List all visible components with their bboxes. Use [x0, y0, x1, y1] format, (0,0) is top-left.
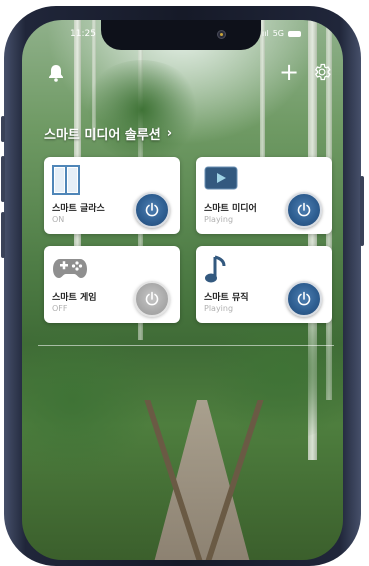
- add-icon[interactable]: +: [279, 60, 299, 84]
- window-icon: [52, 165, 80, 199]
- device-status: ON: [52, 215, 65, 224]
- video-icon: [204, 165, 238, 195]
- power-icon: [145, 291, 159, 306]
- device-name: 스마트 뮤직: [204, 293, 249, 303]
- device-name: 스마트 글라스: [52, 204, 105, 214]
- device-name: 스마트 게임: [52, 293, 97, 303]
- power-button[interactable]: [134, 281, 170, 317]
- gamepad-icon: [52, 254, 88, 284]
- status-indicators: ııl 5G: [262, 29, 301, 38]
- device-status: Playing: [204, 215, 234, 224]
- chevron-right-icon: ›: [166, 126, 173, 141]
- power-button[interactable]: [134, 192, 170, 228]
- camera: [217, 30, 226, 39]
- volume-up-button: [1, 156, 5, 202]
- device-card-media[interactable]: 스마트 미디어 Playing: [196, 157, 332, 234]
- network-label: 5G: [272, 29, 284, 38]
- section-title-link[interactable]: 스마트 미디어 솔루션 ›: [44, 124, 172, 143]
- device-status: Playing: [204, 304, 234, 313]
- mute-switch: [1, 116, 5, 142]
- notch: [101, 20, 261, 50]
- device-card-glass[interactable]: 스마트 글라스 ON: [44, 157, 180, 234]
- screen: 11:25 ııl 5G + 스마트 미디어 솔루션 › 스마트 글라스 ON: [22, 20, 343, 560]
- divider: [38, 345, 334, 346]
- power-button[interactable]: [286, 281, 322, 317]
- device-name: 스마트 미디어: [204, 204, 257, 214]
- power-button[interactable]: [286, 192, 322, 228]
- gear-icon[interactable]: [312, 62, 332, 87]
- device-card-music[interactable]: 스마트 뮤직 Playing: [196, 246, 332, 323]
- signal-icon: ııl: [262, 29, 269, 38]
- battery-icon: [288, 30, 301, 37]
- phone-frame: 11:25 ııl 5G + 스마트 미디어 솔루션 › 스마트 글라스 ON: [1, 6, 364, 566]
- status-time: 11:25: [70, 29, 96, 39]
- power-icon: [145, 202, 159, 217]
- device-status: OFF: [52, 304, 68, 313]
- device-card-game[interactable]: 스마트 게임 OFF: [44, 246, 180, 323]
- power-side-button: [360, 176, 364, 246]
- volume-down-button: [1, 212, 5, 258]
- section-title: 스마트 미디어 솔루션: [44, 128, 161, 143]
- power-icon: [297, 202, 311, 217]
- bell-icon[interactable]: [48, 64, 64, 86]
- music-note-icon: [204, 254, 230, 290]
- power-icon: [297, 291, 311, 306]
